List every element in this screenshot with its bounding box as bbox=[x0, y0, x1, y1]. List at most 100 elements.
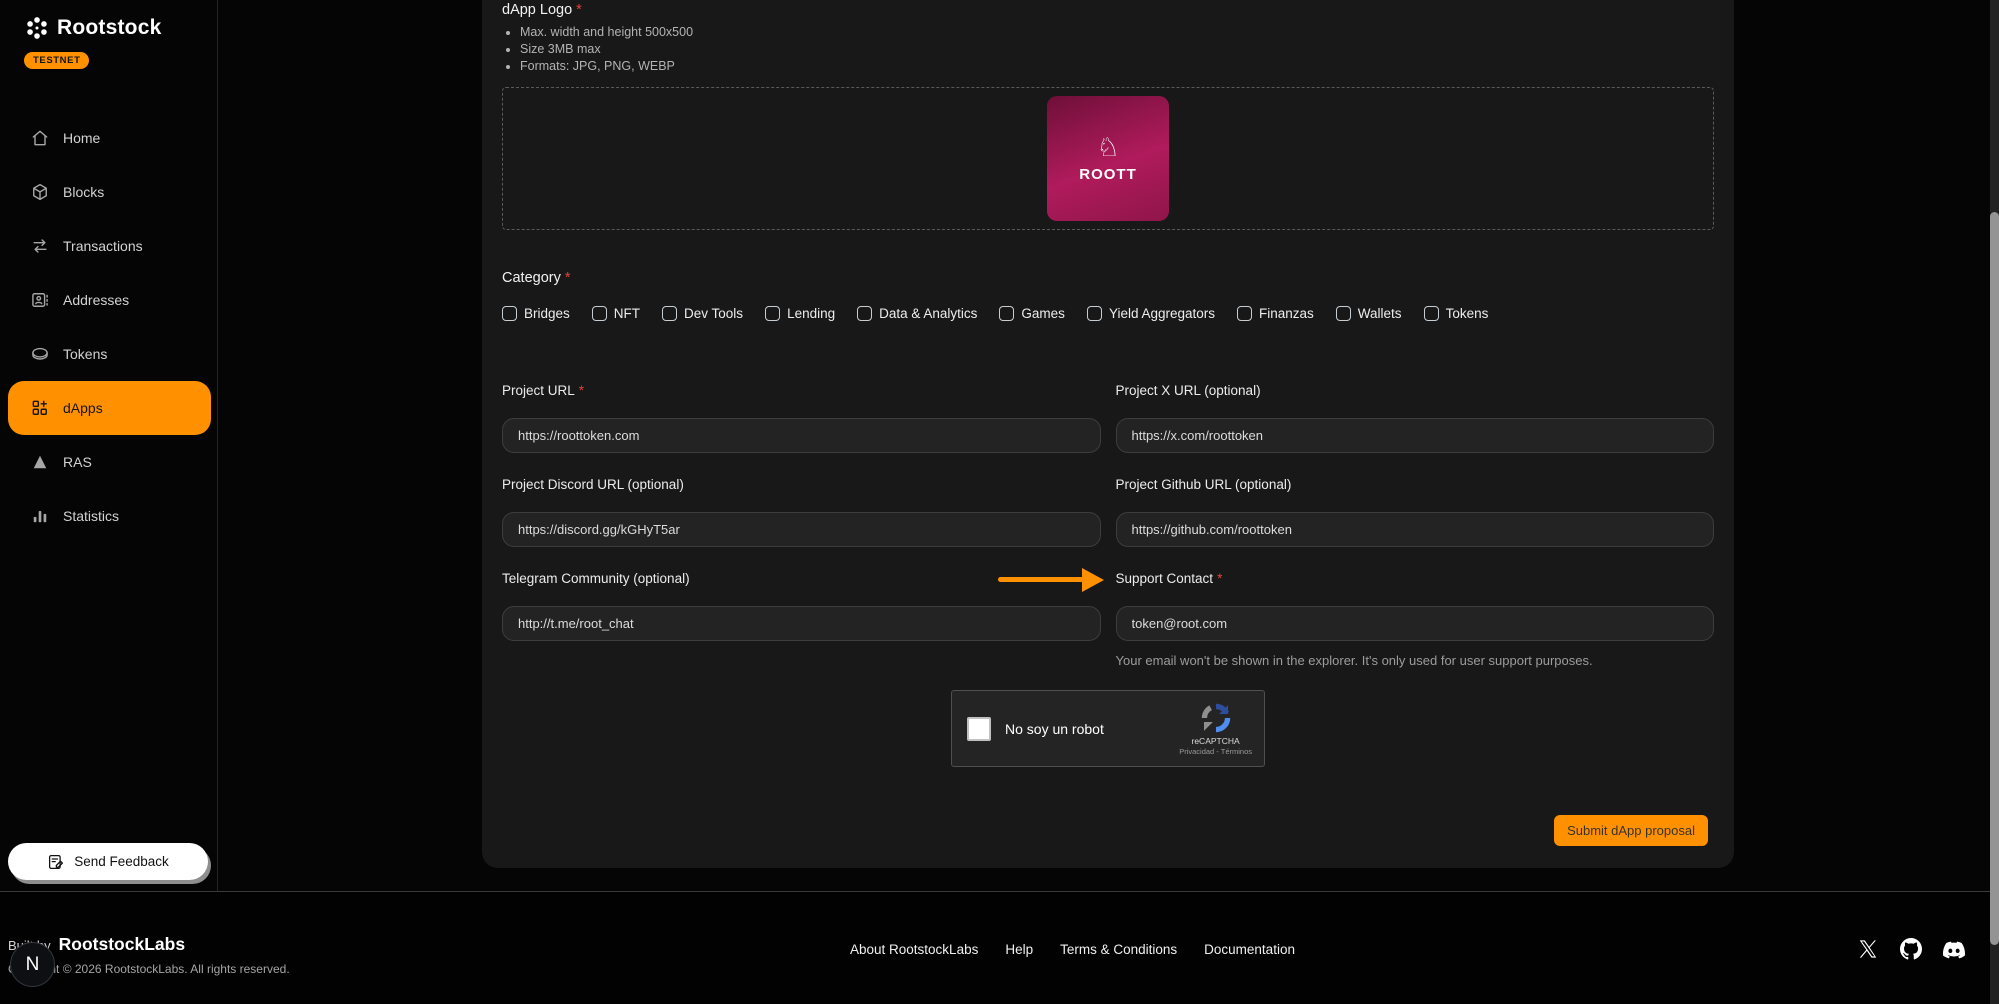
project-github-url-input[interactable] bbox=[1116, 512, 1715, 547]
coin-icon bbox=[30, 344, 50, 364]
recaptcha-brand-block: reCAPTCHA Privacidad - Términos bbox=[1179, 702, 1252, 756]
sidebar-item-home[interactable]: Home bbox=[0, 124, 217, 152]
sidebar-item-transactions[interactable]: Transactions bbox=[0, 232, 217, 260]
discord-icon[interactable] bbox=[1943, 938, 1965, 960]
logo-rule: Max. width and height 500x500 bbox=[520, 24, 1714, 41]
sidebar-item-label: Home bbox=[63, 130, 100, 146]
required-asterisk: * bbox=[1217, 571, 1222, 586]
recaptcha-widget: No soy un robot reCAPTCHA Privacidad - T… bbox=[951, 690, 1265, 767]
rootstock-flower-icon bbox=[24, 15, 50, 41]
sidebar-item-label: Addresses bbox=[63, 292, 129, 308]
checkbox-bridges[interactable]: Bridges bbox=[502, 306, 570, 321]
sidebar-item-statistics[interactable]: Statistics bbox=[0, 502, 217, 530]
checkbox-yield-aggregators[interactable]: Yield Aggregators bbox=[1087, 306, 1215, 321]
sidebar-item-ras[interactable]: RAS bbox=[0, 448, 217, 476]
x-twitter-icon[interactable] bbox=[1857, 938, 1879, 960]
checkbox-tokens[interactable]: Tokens bbox=[1424, 306, 1489, 321]
footer-link-documentation[interactable]: Documentation bbox=[1204, 942, 1295, 957]
checkbox-finanzas[interactable]: Finanzas bbox=[1237, 306, 1314, 321]
recaptcha-checkbox[interactable] bbox=[967, 717, 991, 741]
page: Rootstock TESTNET Home Blocks Transacti bbox=[0, 0, 1999, 1004]
footer-brand-name[interactable]: RootstockLabs bbox=[59, 934, 185, 955]
checkbox-data-analytics[interactable]: Data & Analytics bbox=[857, 306, 977, 321]
footer-link-terms[interactable]: Terms & Conditions bbox=[1060, 942, 1177, 957]
overlay-n-badge[interactable]: N bbox=[10, 942, 55, 987]
project-x-url-input[interactable] bbox=[1116, 418, 1715, 453]
sidebar-item-tokens[interactable]: Tokens bbox=[0, 340, 217, 368]
checkbox-wallets[interactable]: Wallets bbox=[1336, 306, 1402, 321]
home-icon bbox=[30, 128, 50, 148]
contact-card-icon bbox=[30, 290, 50, 310]
logo-rule: Size 3MB max bbox=[520, 41, 1714, 58]
sidebar-item-addresses[interactable]: Addresses bbox=[0, 286, 217, 314]
checkbox-box[interactable] bbox=[1237, 306, 1252, 321]
recaptcha-logo-icon bbox=[1200, 702, 1232, 734]
checkbox-box[interactable] bbox=[999, 306, 1014, 321]
footer-link-help[interactable]: Help bbox=[1005, 942, 1033, 957]
scrollbar-track[interactable] bbox=[1990, 0, 1999, 1004]
footer-links: About RootstockLabs Help Terms & Conditi… bbox=[850, 942, 1295, 957]
category-label: Category* bbox=[502, 270, 1714, 286]
logo-preview-name: ROOTT bbox=[1079, 166, 1137, 183]
submit-row: Submit dApp proposal bbox=[502, 815, 1714, 846]
checkbox-box[interactable] bbox=[857, 306, 872, 321]
field-support-contact: Support Contact* Your email won't be sho… bbox=[1116, 571, 1715, 668]
checkbox-box[interactable] bbox=[592, 306, 607, 321]
bar-chart-icon bbox=[30, 506, 50, 526]
dapp-proposal-form: dApp Logo* Max. width and height 500x500… bbox=[482, 0, 1734, 868]
logo-preview-tile: ♘ ROOTT bbox=[1047, 96, 1169, 221]
logo-requirements-list: Max. width and height 500x500 Size 3MB m… bbox=[502, 24, 1714, 75]
checkbox-box[interactable] bbox=[502, 306, 517, 321]
brand-name: Rootstock bbox=[57, 16, 161, 40]
checkbox-box[interactable] bbox=[1336, 306, 1351, 321]
brand-logo[interactable]: Rootstock bbox=[0, 0, 217, 41]
sidebar-item-blocks[interactable]: Blocks bbox=[0, 178, 217, 206]
sidebar: Rootstock TESTNET Home Blocks Transacti bbox=[0, 0, 218, 891]
category-options: Bridges NFT Dev Tools Lending Data & Ana… bbox=[502, 306, 1714, 321]
triangle-icon bbox=[30, 452, 50, 472]
checkbox-box[interactable] bbox=[765, 306, 780, 321]
sidebar-item-label: RAS bbox=[63, 454, 92, 470]
form-fields-grid: Project URL* Project X URL (optional) Pr… bbox=[502, 383, 1714, 668]
sidebar-item-dapps[interactable]: dApps bbox=[0, 394, 217, 422]
checkbox-box[interactable] bbox=[662, 306, 677, 321]
project-discord-url-label: Project Discord URL (optional) bbox=[502, 477, 1101, 494]
required-asterisk: * bbox=[576, 2, 582, 18]
checkbox-dev-tools[interactable]: Dev Tools bbox=[662, 306, 743, 321]
footer-link-about[interactable]: About RootstockLabs bbox=[850, 942, 978, 957]
network-badge: TESTNET bbox=[24, 52, 89, 69]
github-icon[interactable] bbox=[1900, 938, 1922, 960]
checkbox-games[interactable]: Games bbox=[999, 306, 1065, 321]
field-project-github-url: Project Github URL (optional) bbox=[1116, 477, 1715, 547]
recaptcha-brand-label: reCAPTCHA bbox=[1192, 736, 1240, 746]
telegram-community-input[interactable] bbox=[502, 606, 1101, 641]
sidebar-nav: Home Blocks Transactions Addresses bbox=[0, 124, 217, 530]
project-discord-url-input[interactable] bbox=[502, 512, 1101, 547]
dapps-grid-icon bbox=[30, 398, 50, 418]
checkbox-box[interactable] bbox=[1424, 306, 1439, 321]
annotation-arrow-icon bbox=[998, 568, 1104, 592]
logo-upload-dropzone[interactable]: ♘ ROOTT bbox=[502, 87, 1714, 230]
required-asterisk: * bbox=[565, 270, 571, 286]
project-github-url-label: Project Github URL (optional) bbox=[1116, 477, 1715, 494]
dapp-logo-label: dApp Logo* bbox=[502, 2, 1714, 18]
checkbox-box[interactable] bbox=[1087, 306, 1102, 321]
field-project-x-url: Project X URL (optional) bbox=[1116, 383, 1715, 453]
checkbox-lending[interactable]: Lending bbox=[765, 306, 835, 321]
feedback-note-icon bbox=[47, 853, 65, 871]
support-contact-input[interactable] bbox=[1116, 606, 1715, 641]
checkbox-nft[interactable]: NFT bbox=[592, 306, 640, 321]
field-project-url: Project URL* bbox=[502, 383, 1101, 453]
recaptcha-privacy-terms[interactable]: Privacidad - Términos bbox=[1179, 747, 1252, 756]
sidebar-item-label: Transactions bbox=[63, 238, 143, 254]
knight-icon: ♘ bbox=[1096, 135, 1119, 161]
project-url-input[interactable] bbox=[502, 418, 1101, 453]
project-url-label: Project URL* bbox=[502, 383, 1101, 400]
scrollbar-thumb[interactable] bbox=[1990, 212, 1999, 945]
sidebar-item-label: Statistics bbox=[63, 508, 119, 524]
send-feedback-button[interactable]: Send Feedback bbox=[8, 843, 208, 880]
logo-rule: Formats: JPG, PNG, WEBP bbox=[520, 58, 1714, 75]
submit-dapp-proposal-button[interactable]: Submit dApp proposal bbox=[1554, 815, 1708, 846]
sidebar-item-label: dApps bbox=[63, 400, 103, 416]
required-asterisk: * bbox=[579, 383, 584, 398]
